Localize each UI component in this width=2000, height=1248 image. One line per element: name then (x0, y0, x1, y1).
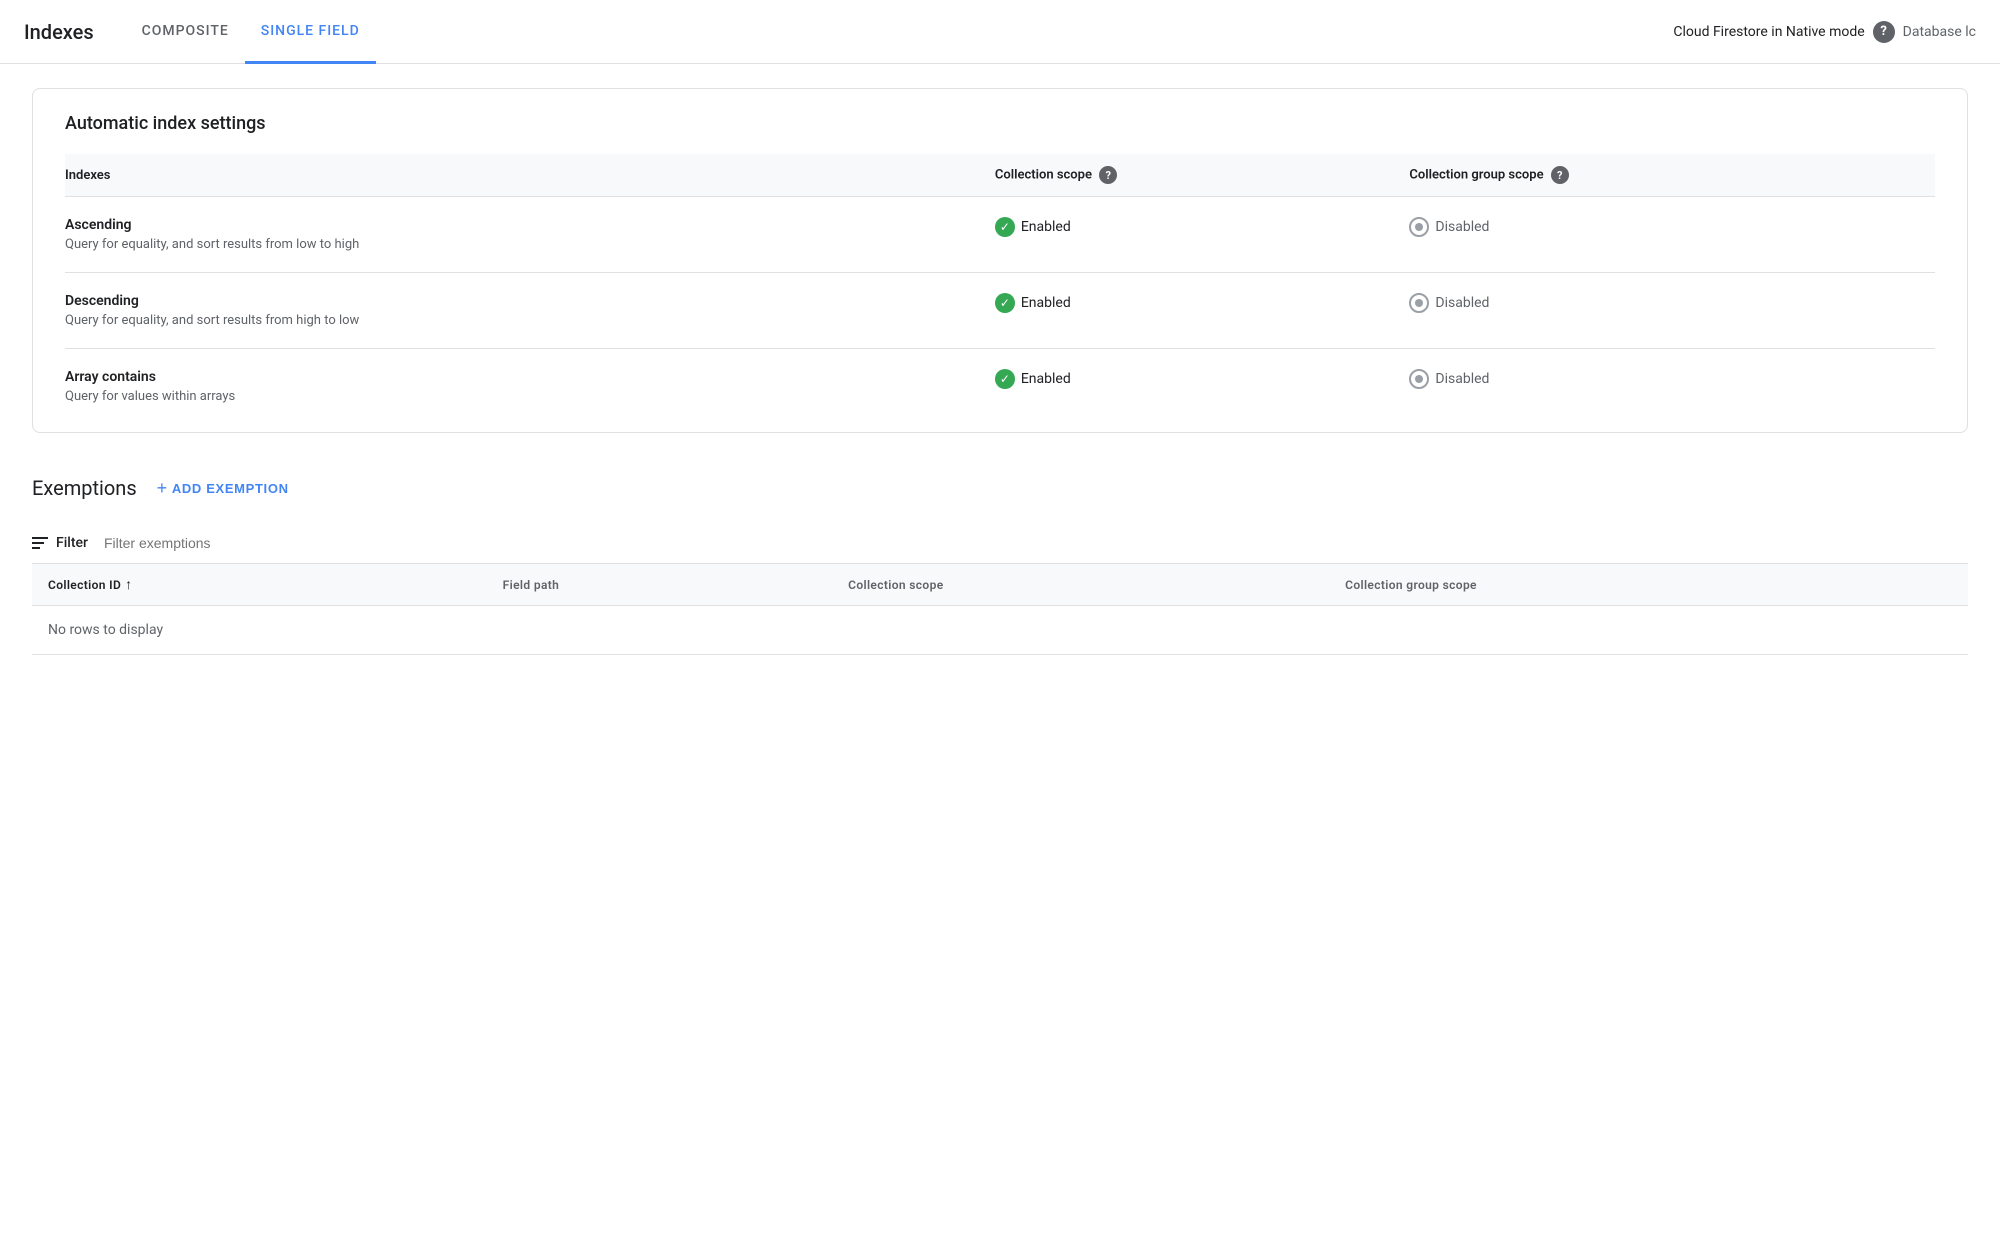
empty-row: No rows to display (32, 606, 1968, 655)
index-desc: Query for equality, and sort results fro… (65, 237, 979, 252)
status-label: Enabled (1021, 371, 1071, 387)
status-enabled: ✓ Enabled (995, 369, 1071, 389)
collection-scope-cell: ✓ Enabled (995, 349, 1410, 425)
status-label: Disabled (1435, 371, 1489, 387)
filter-lines-icon[interactable] (32, 537, 48, 549)
nav-right: Cloud Firestore in Native mode ? Databas… (1673, 21, 1976, 43)
collection-id-sort-header[interactable]: Collection ID ↑ (48, 576, 133, 593)
status-disabled: Disabled (1409, 369, 1489, 389)
settings-card: Automatic index settings Indexes Collect… (32, 88, 1968, 433)
index-cell: Ascending Query for equality, and sort re… (65, 197, 995, 273)
add-exemption-button[interactable]: + ADD EXEMPTION (149, 473, 297, 503)
exemptions-col-collection-group-scope: Collection group scope (1329, 564, 1968, 606)
tab-composite[interactable]: COMPOSITE (126, 1, 245, 64)
exemptions-col-collection-id: Collection ID ↑ (32, 564, 487, 606)
filter-input[interactable] (104, 535, 1968, 551)
collection-scope-cell: ✓ Enabled (995, 273, 1410, 349)
exemptions-section: Exemptions + ADD EXEMPTION Filter (32, 473, 1968, 655)
exemptions-table: Collection ID ↑ Field path Collection sc… (32, 564, 1968, 655)
tab-single-field[interactable]: SINGLE FIELD (245, 1, 376, 64)
col-header-collection-group-scope: Collection group scope ? (1409, 154, 1935, 197)
table-row: Descending Query for equality, and sort r… (65, 273, 1935, 349)
disabled-icon (1409, 217, 1429, 237)
col-header-collection-scope: Collection scope ? (995, 154, 1410, 197)
settings-card-title: Automatic index settings (65, 113, 1935, 134)
status-label: Enabled (1021, 295, 1071, 311)
status-disabled: Disabled (1409, 293, 1489, 313)
top-nav: Indexes COMPOSITE SINGLE FIELD Cloud Fir… (0, 0, 2000, 64)
disabled-icon (1409, 369, 1429, 389)
collection-group-scope-cell: Disabled (1409, 197, 1935, 273)
status-label: Enabled (1021, 219, 1071, 235)
collection-group-scope-cell: Disabled (1409, 273, 1935, 349)
index-name: Array contains (65, 369, 979, 385)
exemptions-title: Exemptions (32, 476, 137, 500)
index-name: Descending (65, 293, 979, 309)
add-icon: + (157, 479, 168, 497)
exemptions-header: Exemptions + ADD EXEMPTION (32, 473, 1968, 503)
index-desc: Query for equality, and sort results fro… (65, 313, 979, 328)
collection-scope-cell: ✓ Enabled (995, 197, 1410, 273)
sort-asc-icon: ↑ (125, 576, 132, 593)
collection-scope-help-icon[interactable]: ? (1099, 166, 1117, 184)
nav-tabs: COMPOSITE SINGLE FIELD (126, 0, 1674, 63)
check-icon: ✓ (995, 369, 1015, 389)
collection-group-scope-help-icon[interactable]: ? (1551, 166, 1569, 184)
status-enabled: ✓ Enabled (995, 217, 1071, 237)
filter-bar: Filter (32, 523, 1968, 564)
index-name: Ascending (65, 217, 979, 233)
exemptions-col-field-path: Field path (487, 564, 832, 606)
index-table: Indexes Collection scope ? Collection gr… (65, 154, 1935, 424)
table-row: Array contains Query for values within ar… (65, 349, 1935, 425)
page-title: Indexes (24, 20, 94, 44)
database-label: Database lc (1903, 24, 1976, 40)
table-row: Ascending Query for equality, and sort re… (65, 197, 1935, 273)
check-icon: ✓ (995, 293, 1015, 313)
collection-group-scope-cell: Disabled (1409, 349, 1935, 425)
exemptions-col-collection-scope: Collection scope (832, 564, 1329, 606)
filter-label: Filter (32, 535, 88, 551)
help-icon[interactable]: ? (1873, 21, 1895, 43)
firestore-mode-label: Cloud Firestore in Native mode (1673, 24, 1864, 40)
status-enabled: ✓ Enabled (995, 293, 1071, 313)
index-cell: Array contains Query for values within ar… (65, 349, 995, 425)
index-desc: Query for values within arrays (65, 389, 979, 404)
disabled-icon (1409, 293, 1429, 313)
status-label: Disabled (1435, 295, 1489, 311)
col-header-indexes: Indexes (65, 154, 995, 197)
status-disabled: Disabled (1409, 217, 1489, 237)
status-label: Disabled (1435, 219, 1489, 235)
check-icon: ✓ (995, 217, 1015, 237)
index-cell: Descending Query for equality, and sort r… (65, 273, 995, 349)
main-content: Automatic index settings Indexes Collect… (0, 64, 2000, 679)
no-rows-message: No rows to display (32, 606, 1968, 655)
